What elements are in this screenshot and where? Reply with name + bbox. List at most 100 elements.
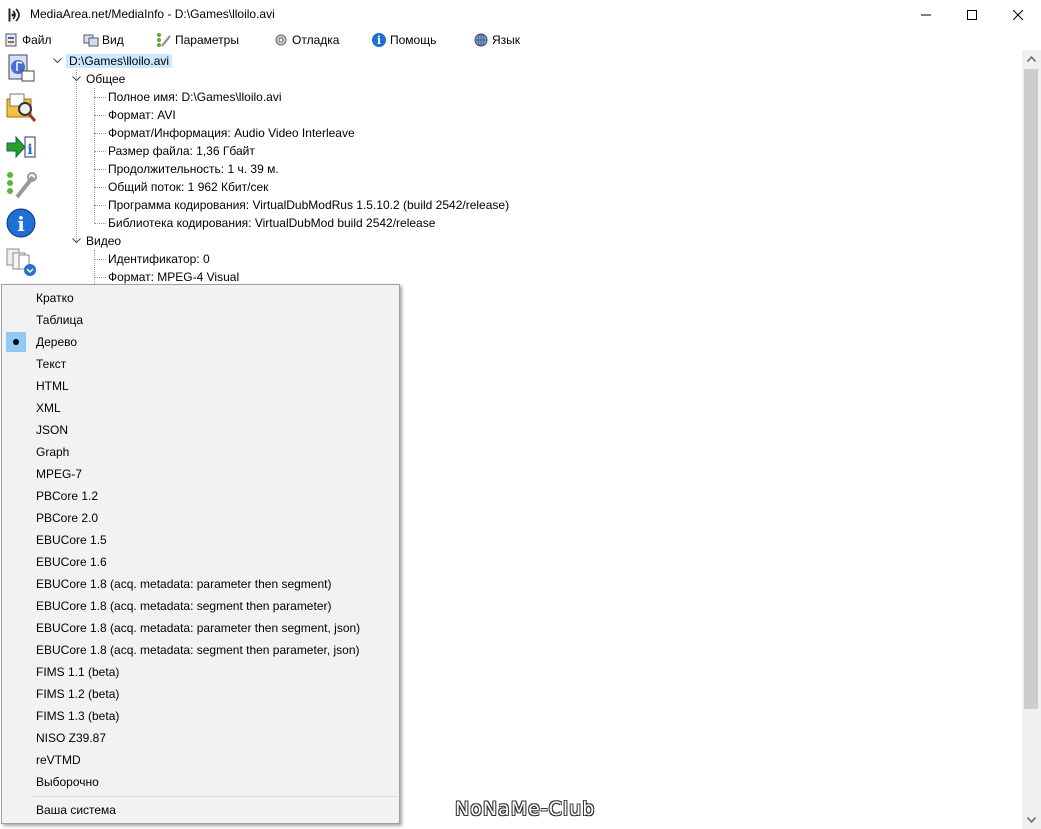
tree-item[interactable]: Библиотека кодирования: VirtualDubMod bu… <box>108 214 435 232</box>
menu-item-xml[interactable]: XML <box>4 397 397 419</box>
collapse-icon[interactable] <box>71 232 81 250</box>
tree-item[interactable]: Программа кодирования: VirtualDubModRus … <box>108 196 509 214</box>
menu-item-brief[interactable]: Кратко <box>4 287 397 309</box>
tree-item-text: Общий поток: 1 962 Кбит/сек <box>108 180 269 194</box>
menu-bar: Файл Вид Параметры Отладка i Помощь Язык <box>0 29 1041 50</box>
tree-connector <box>94 259 106 260</box>
menu-language[interactable]: Язык <box>473 31 520 49</box>
scroll-up-button[interactable] <box>1022 50 1041 68</box>
menu-item-table[interactable]: Таблица <box>4 309 397 331</box>
menu-item-html[interactable]: HTML <box>4 375 397 397</box>
open-file-button[interactable] <box>4 52 38 86</box>
minimize-button[interactable] <box>903 0 949 29</box>
view-mode-menu: Кратко Таблица Дерево Текст HTML XML JSO… <box>1 284 400 824</box>
open-folder-icon <box>6 93 37 122</box>
menu-item-ebucore-1-8-seg-param-json[interactable]: EBUCore 1.8 (acq. metadata: segment then… <box>4 639 397 661</box>
menu-item-label: EBUCore 1.8 (acq. metadata: parameter th… <box>36 577 332 591</box>
menu-item-label: PBCore 2.0 <box>36 511 99 525</box>
menu-item-label: Кратко <box>36 291 74 305</box>
minimize-icon <box>921 14 931 15</box>
tree-item-text: Продолжительность: 1 ч. 39 м. <box>108 162 279 176</box>
tree-item[interactable]: Идентификатор: 0 <box>108 250 210 268</box>
open-folder-button[interactable] <box>4 90 38 124</box>
scrollbar-thumb[interactable] <box>1024 69 1038 709</box>
about-button[interactable]: i <box>4 206 38 240</box>
options-icon <box>156 32 172 48</box>
menu-item-revtmd[interactable]: reVTMD <box>4 749 397 771</box>
menu-view[interactable]: Вид <box>83 31 124 49</box>
menu-item-tree[interactable]: Дерево <box>4 331 397 353</box>
menu-item-custom[interactable]: Выборочно <box>4 771 397 793</box>
menu-item-ebucore-1-5[interactable]: EBUCore 1.5 <box>4 529 397 551</box>
tree-item[interactable]: Продолжительность: 1 ч. 39 м. <box>108 160 279 178</box>
radio-checked-icon <box>6 332 26 352</box>
view-mode-button[interactable] <box>4 244 38 278</box>
menu-item-fims-1-3[interactable]: FIMS 1.3 (beta) <box>4 705 397 727</box>
close-button[interactable] <box>995 0 1041 29</box>
tree-item-text: Полное имя: D:\Games\lloilo.avi <box>108 90 282 104</box>
menu-item-niso[interactable]: NISO Z39.87 <box>4 727 397 749</box>
menu-help-label: Помощь <box>390 33 437 47</box>
collapse-icon[interactable] <box>71 70 81 88</box>
menu-file[interactable]: Файл <box>3 31 52 49</box>
menu-item-json[interactable]: JSON <box>4 419 397 441</box>
file-icon <box>3 32 19 48</box>
tree-connector <box>94 277 106 278</box>
chevron-up-icon <box>1027 56 1036 62</box>
tree-item[interactable]: Общий поток: 1 962 Кбит/сек <box>108 178 268 196</box>
menu-item-pbcore-2-0[interactable]: PBCore 2.0 <box>4 507 397 529</box>
menu-item-fims-1-2[interactable]: FIMS 1.2 (beta) <box>4 683 397 705</box>
menu-item-label: Таблица <box>36 313 84 327</box>
menu-item-label: EBUCore 1.8 (acq. metadata: segment then… <box>36 643 360 657</box>
menu-item-label: Graph <box>36 445 70 459</box>
language-icon <box>473 32 489 48</box>
tree-root-node[interactable]: D:\Games\lloilo.avi <box>66 52 173 70</box>
left-toolbar: i i <box>0 50 42 290</box>
menu-item-graph[interactable]: Graph <box>4 441 397 463</box>
close-icon <box>1013 9 1023 20</box>
menu-help[interactable]: i Помощь <box>371 31 436 49</box>
about-info-icon: i <box>6 208 36 238</box>
open-file-icon <box>8 54 35 82</box>
tree-section-label: Видео <box>86 234 122 248</box>
menu-item-label: Ваша система <box>36 803 116 817</box>
tree-item[interactable]: Формат/Информация: Audio Video Interleav… <box>108 124 355 142</box>
tree-item[interactable]: Размер файла: 1,36 Гбайт <box>108 142 255 160</box>
menu-item-label: FIMS 1.1 (beta) <box>36 665 120 679</box>
menu-item-label: Текст <box>36 357 67 371</box>
tree-item-text: Идентификатор: 0 <box>108 252 210 266</box>
tree-section-label: Общее <box>86 72 126 86</box>
preferences-button[interactable] <box>4 168 38 202</box>
menu-options-label: Параметры <box>175 33 239 47</box>
tree-item[interactable]: Формат: AVI <box>108 106 176 124</box>
menu-item-label: EBUCore 1.5 <box>36 533 107 547</box>
menu-view-label: Вид <box>102 33 124 47</box>
menu-item-ebucore-1-8-param-seg-json[interactable]: EBUCore 1.8 (acq. metadata: parameter th… <box>4 617 397 639</box>
tree-item[interactable]: Полное имя: D:\Games\lloilo.avi <box>108 88 282 106</box>
menu-debug[interactable]: Отладка <box>273 31 339 49</box>
svg-text:i: i <box>17 212 25 236</box>
tree-section-general[interactable]: Общее <box>86 70 125 88</box>
collapse-icon[interactable] <box>52 52 62 70</box>
menu-item-pbcore-1-2[interactable]: PBCore 1.2 <box>4 485 397 507</box>
tree-connector <box>94 133 106 134</box>
export-button[interactable]: i <box>4 130 38 164</box>
scroll-down-button[interactable] <box>1022 811 1041 829</box>
vertical-scrollbar[interactable] <box>1022 50 1041 829</box>
maximize-button[interactable] <box>949 0 995 29</box>
menu-item-your-system[interactable]: Ваша система <box>4 799 397 821</box>
tree-section-video[interactable]: Видео <box>86 232 121 250</box>
menu-item-text[interactable]: Текст <box>4 353 397 375</box>
tree-item-text: Формат/Информация: Audio Video Interleav… <box>108 126 355 140</box>
menu-options[interactable]: Параметры <box>156 31 239 49</box>
menu-item-ebucore-1-8-param-seg[interactable]: EBUCore 1.8 (acq. metadata: parameter th… <box>4 573 397 595</box>
menu-item-ebucore-1-6[interactable]: EBUCore 1.6 <box>4 551 397 573</box>
menu-item-mpeg7[interactable]: MPEG-7 <box>4 463 397 485</box>
menu-item-ebucore-1-8-seg-param[interactable]: EBUCore 1.8 (acq. metadata: segment then… <box>4 595 397 617</box>
tree-connector <box>94 115 106 116</box>
menu-item-label: EBUCore 1.8 (acq. metadata: segment then… <box>36 599 332 613</box>
svg-text:i: i <box>27 142 32 158</box>
menu-item-label: JSON <box>36 423 69 437</box>
tree-root-label: D:\Games\lloilo.avi <box>66 54 173 68</box>
menu-item-fims-1-1[interactable]: FIMS 1.1 (beta) <box>4 661 397 683</box>
